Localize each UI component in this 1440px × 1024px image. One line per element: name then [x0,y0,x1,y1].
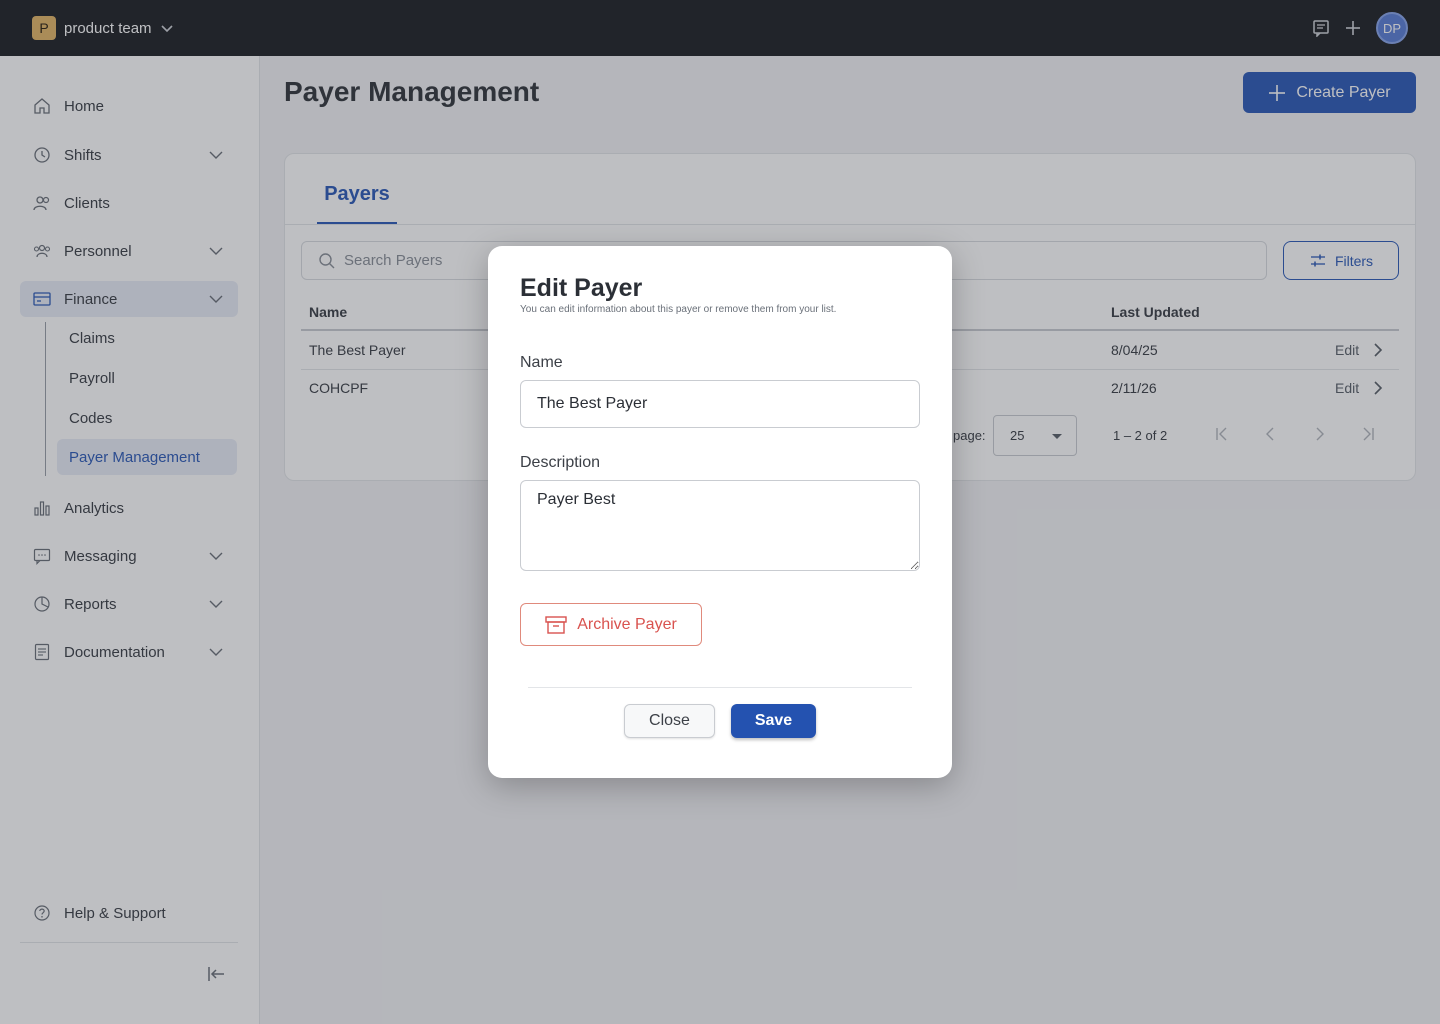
name-label: Name [520,354,563,371]
archive-payer-label: Archive Payer [577,615,677,633]
modal-title: Edit Payer [520,274,643,302]
modal-subtitle: You can edit information about this paye… [520,304,837,315]
edit-payer-modal: Edit Payer You can edit information abou… [488,246,952,778]
save-button[interactable]: Save [731,704,816,738]
close-button[interactable]: Close [624,704,715,738]
description-label: Description [520,454,601,471]
modal-footer-divider [528,687,912,688]
archive-box-icon [545,615,567,634]
name-field[interactable] [520,380,920,428]
archive-payer-button[interactable]: Archive Payer [520,603,702,646]
description-field[interactable]: Payer Best [520,480,920,571]
